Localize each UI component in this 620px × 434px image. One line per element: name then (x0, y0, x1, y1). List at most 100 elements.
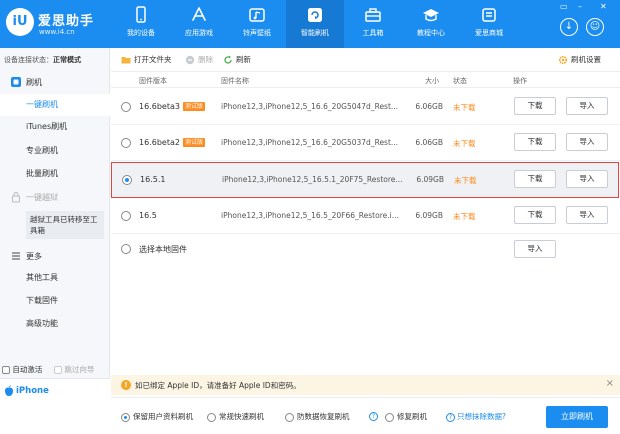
option-radio[interactable] (385, 412, 394, 422)
sidebar-section-flash[interactable]: 刷机 (0, 72, 110, 92)
sidebar-item-pro-flash[interactable]: 专业刷机 (0, 140, 110, 162)
store-icon (482, 8, 496, 22)
device-name: iPhone (16, 386, 49, 396)
nav-ringtones[interactable]: 铃声壁纸 (228, 0, 286, 48)
ringtone-icon (249, 8, 265, 22)
nav-tutorials[interactable]: 教程中心 (402, 0, 460, 48)
help-option[interactable]: ? (369, 411, 380, 421)
nav-smart-flash[interactable]: 智能刷机 (286, 0, 344, 48)
close-icon[interactable]: × (606, 378, 614, 389)
option-quick-flash[interactable]: 常规快速刷机 (207, 411, 264, 422)
option-keep-data[interactable]: 保留用户资料刷机 (121, 411, 193, 422)
header-action: 操作 (513, 77, 527, 85)
local-import-button[interactable]: 导入 (514, 240, 556, 258)
firmware-status: 未下载 (453, 212, 476, 221)
erase-data-option[interactable]: ? 只想抹除数据? (446, 411, 506, 422)
firmware-radio[interactable] (121, 138, 131, 148)
import-button[interactable]: 导入 (566, 170, 608, 188)
app-header: iU 爱思助手 www.i4.cn 我的设备 应用游戏 铃声壁纸 智能刷机 工具… (0, 0, 620, 48)
download-button[interactable]: 下载 (514, 206, 556, 224)
firmware-version: 16.5.1 (140, 175, 166, 184)
device-panel[interactable]: iPhone (0, 378, 110, 434)
user-icon[interactable]: ☺ (586, 18, 604, 36)
firmware-row[interactable]: 16.5 iPhone12,3,iPhone12,5_16.5_20F66_Re… (111, 199, 620, 234)
nav-label: 我的设备 (127, 29, 155, 37)
option-radio[interactable] (285, 412, 294, 422)
skip-guide-checkbox[interactable] (54, 366, 62, 374)
help-icon[interactable]: ? (369, 411, 378, 421)
option-repair-flash[interactable]: 修复刷机 (385, 411, 427, 422)
sidebar-options: 自动激活 跳过向导 (0, 362, 110, 378)
sidebar-item-batch-flash[interactable]: 批量刷机 (0, 163, 110, 185)
skip-guide-option[interactable]: 跳过向导 (54, 364, 94, 375)
auto-activate-option[interactable]: 自动激活 (2, 364, 42, 375)
nav-apps-games[interactable]: 应用游戏 (170, 0, 228, 48)
firmware-row[interactable]: 16.6beta2 测试版 iPhone12,3,iPhone12,5_16.6_… (111, 126, 620, 161)
section-label: 一键越狱 (26, 193, 58, 202)
firmware-radio[interactable] (121, 211, 131, 221)
brand-logo: iU 爱思助手 www.i4.cn (6, 6, 116, 42)
gear-icon (558, 55, 568, 65)
app-store-icon (192, 7, 206, 21)
import-button[interactable]: 导入 (566, 133, 608, 151)
firmware-version: 16.6beta2 测试版 (139, 138, 205, 147)
nav-label: 铃声壁纸 (243, 29, 271, 37)
sidebar-item-one-click-flash[interactable]: 一键刷机 (0, 94, 110, 116)
help-icon[interactable]: ? (446, 412, 455, 422)
sidebar-item-advanced[interactable]: 高级功能 (0, 313, 110, 335)
sidebar-section-more[interactable]: 更多 (0, 246, 110, 266)
download-button[interactable]: 下载 (514, 170, 556, 188)
option-label: 防数据恢复刷机 (297, 412, 350, 421)
local-firmware-row[interactable]: 选择本地固件 导入 (111, 234, 620, 264)
firmware-size: 6.09GB (416, 175, 444, 184)
firmware-row-selected[interactable]: 16.5.1 iPhone12,3,iPhone12,5_16.5.1_20F7… (111, 162, 619, 198)
erase-data-link[interactable]: 只想抹除数据? (457, 412, 506, 421)
firmware-radio[interactable] (121, 102, 131, 112)
firmware-status: 未下载 (454, 176, 477, 185)
restore-icon[interactable]: ▭ (560, 2, 568, 11)
sidebar-item-other-tools[interactable]: 其他工具 (0, 267, 110, 289)
sidebar-item-itunes-flash[interactable]: iTunes刷机 (0, 116, 110, 138)
toolbox-icon (365, 8, 381, 22)
flash-section-icon (11, 77, 21, 87)
refresh-button[interactable]: 刷新 (223, 54, 251, 65)
notice-text: 如已绑定 Apple ID，请准备好 Apple ID和密码。 (135, 381, 301, 390)
status-label: 设备连接状态： (4, 56, 53, 64)
auto-activate-checkbox[interactable] (2, 366, 10, 374)
nav-store[interactable]: 爱思商城 (460, 0, 518, 48)
flash-settings-button[interactable]: 刷机设置 (558, 54, 601, 65)
download-button[interactable]: 下载 (514, 133, 556, 151)
option-radio[interactable] (121, 412, 130, 422)
firmware-radio[interactable] (122, 175, 132, 185)
flash-settings-label: 刷机设置 (571, 55, 601, 64)
download-button[interactable]: 下载 (514, 97, 556, 115)
firmware-version: 16.6beta3 测试版 (139, 102, 205, 111)
nav-toolbox[interactable]: 工具箱 (344, 0, 402, 48)
flash-now-button[interactable]: 立即刷机 (546, 406, 608, 428)
status-value: 正常模式 (53, 56, 81, 64)
nav-label: 爱思商城 (475, 29, 503, 37)
window-controls: ▭ – ✕ ↓ ☺ (556, 0, 616, 48)
option-anti-recovery[interactable]: 防数据恢复刷机 (285, 411, 350, 422)
menu-icon (12, 252, 20, 260)
download-icon[interactable]: ↓ (560, 18, 578, 36)
beta-badge: 测试版 (182, 102, 205, 111)
open-folder-label: 打开文件夹 (134, 55, 172, 64)
import-button[interactable]: 导入 (566, 206, 608, 224)
skip-guide-label: 跳过向导 (64, 365, 95, 374)
delete-button[interactable]: 删除 (185, 54, 213, 65)
firmware-size: 6.06GB (415, 102, 443, 111)
sidebar-item-download-firmware[interactable]: 下载固件 (0, 290, 110, 312)
open-folder-button[interactable]: 打开文件夹 (121, 54, 172, 65)
option-radio[interactable] (207, 412, 216, 422)
import-button[interactable]: 导入 (566, 97, 608, 115)
nav-my-device[interactable]: 我的设备 (112, 0, 170, 48)
local-firmware-radio[interactable] (121, 244, 131, 254)
version-text: 16.6beta3 (139, 102, 180, 111)
close-icon[interactable]: ✕ (600, 2, 607, 11)
auto-activate-label: 自动激活 (12, 365, 43, 374)
delete-label: 删除 (198, 55, 213, 64)
firmware-row[interactable]: 16.6beta3 测试版 iPhone12,3,iPhone12,5_16.6_… (111, 90, 620, 125)
minimize-icon[interactable]: – (578, 2, 582, 11)
local-firmware-label: 选择本地固件 (139, 245, 187, 254)
